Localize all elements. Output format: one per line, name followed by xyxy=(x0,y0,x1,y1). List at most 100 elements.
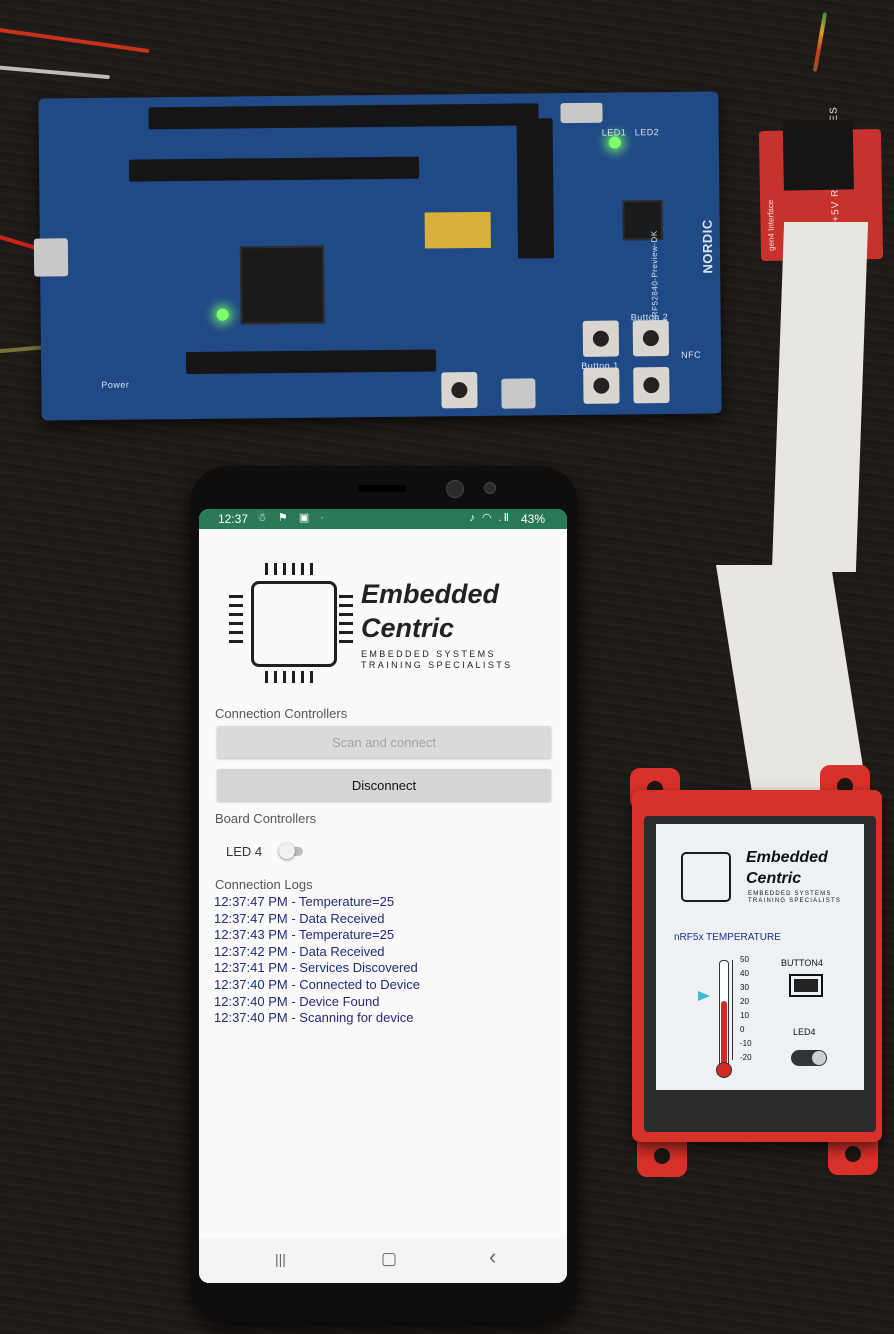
recents-button[interactable]: ||| xyxy=(275,1251,286,1267)
log-entry: 12:37:41 PM - Services Discovered xyxy=(214,960,418,976)
scale-label: 40 xyxy=(740,969,749,978)
led2-label: LED2 xyxy=(634,127,660,138)
logo-chip-pin xyxy=(339,622,353,625)
pin-header xyxy=(516,118,555,259)
scan-and-connect-button[interactable]: Scan and connect xyxy=(217,726,551,758)
board-button xyxy=(632,319,670,357)
logo-chip-pin xyxy=(229,622,243,625)
tft-led4-switch xyxy=(791,1050,827,1066)
logo-chip-pin xyxy=(274,563,277,575)
logo-chip-pin xyxy=(292,563,295,575)
nfc-label: NFC xyxy=(680,349,702,360)
logo-chip-pin xyxy=(339,613,353,616)
crystal xyxy=(560,102,603,124)
back-button[interactable]: ‹ xyxy=(489,1244,496,1270)
logo-chip-pin xyxy=(229,604,243,607)
log-entry: 12:37:40 PM - Scanning for device xyxy=(214,1010,414,1026)
usb-port xyxy=(33,238,69,277)
connection-logs-heading: Connection Logs xyxy=(215,877,313,892)
logo-chip-pin xyxy=(310,563,313,575)
tft-logo-tagline1: EMBEDDED SYSTEMS xyxy=(748,891,832,897)
toggle-thumb xyxy=(279,843,295,859)
logo-chip-pin xyxy=(229,613,243,616)
adapter-connector xyxy=(782,119,854,191)
pin-header xyxy=(148,103,539,130)
led1-label: LED1 xyxy=(601,127,627,138)
logo-chip-pin xyxy=(229,640,243,643)
log-entry: 12:37:40 PM - Device Found xyxy=(214,993,380,1009)
logo-chip-pin xyxy=(265,671,268,683)
phone-sensor xyxy=(484,482,496,494)
logo-chip-pin xyxy=(292,671,295,683)
battery-level: 43% xyxy=(520,512,545,526)
board-button xyxy=(582,320,620,357)
board-button xyxy=(633,366,670,404)
connection-controllers-heading: Connection Controllers xyxy=(215,706,348,721)
logo-line1: Embedded xyxy=(361,579,500,609)
log-entry: 12:37:40 PM - Connected to Device xyxy=(214,976,420,992)
logo-chip-pin xyxy=(265,563,268,575)
logo-chip-pin xyxy=(310,671,313,683)
logo-chip-pin xyxy=(274,671,277,683)
scale-label: 50 xyxy=(740,955,749,964)
log-entry: 12:37:42 PM - Data Received xyxy=(214,943,385,959)
status-time: 12:37 xyxy=(218,512,249,526)
scale-label: -20 xyxy=(740,1053,752,1062)
notification-icons: ☃ ⚑ ▣ · xyxy=(257,512,328,524)
logo-tagline2: TRAINING SPECIALISTS xyxy=(361,660,513,670)
scale-label: 0 xyxy=(740,1025,745,1034)
button2-label: Button 2 xyxy=(630,311,669,323)
navigation-bar: ||| ▢ ‹ xyxy=(199,1239,567,1283)
logo-chip-pin xyxy=(339,631,353,634)
phone-speaker xyxy=(358,485,406,492)
tft-logo-tagline2: TRAINING SPECIALISTS xyxy=(748,898,842,904)
mcu-chip xyxy=(239,245,325,325)
nrf52840-dev-board: nRF52840-Preview-DK NORDIC LED1 LED2 But… xyxy=(33,91,722,421)
logo-chip-pin xyxy=(229,595,243,598)
logo-chip-pin xyxy=(339,640,353,643)
scale-label: 20 xyxy=(740,997,749,1006)
board-button xyxy=(583,367,620,404)
led-glow xyxy=(216,308,229,321)
board-button xyxy=(441,371,478,409)
led4-toggle[interactable] xyxy=(279,843,303,859)
tft-temperature-title: nRF5x TEMPERATURE xyxy=(674,932,781,943)
logo-chip-pin xyxy=(283,671,286,683)
logo-chip-pin xyxy=(339,604,353,607)
signal-wifi-icons: ♪ ◠ .Ⅱ xyxy=(469,512,511,524)
log-entry: 12:37:47 PM - Data Received xyxy=(214,910,385,926)
tft-logo-line1: Embedded xyxy=(746,849,828,866)
led-glow xyxy=(608,136,621,149)
led4-label: LED 4 xyxy=(226,844,263,859)
scale-label: -10 xyxy=(740,1039,752,1048)
tft-logo-line2: Centric xyxy=(746,870,802,887)
thermometer-gauge xyxy=(719,960,729,1074)
power-label: Power xyxy=(101,379,130,390)
adapter-name-label: gen4 Interface xyxy=(766,199,776,251)
status-bar: 12:37 ☃ ⚑ ▣ · ♪ ◠ .Ⅱ 43% xyxy=(199,509,567,529)
button1-label: Button 1 xyxy=(581,360,619,371)
phone-screen: 12:37 ☃ ⚑ ▣ · ♪ ◠ .Ⅱ 43% Embedded Centri… xyxy=(199,509,567,1283)
phone-camera xyxy=(446,480,464,498)
pin-header xyxy=(185,349,437,375)
logo-chip-pin xyxy=(283,563,286,575)
logo-chip-icon xyxy=(251,581,337,667)
logo-chip-pin xyxy=(339,595,353,598)
logo-line2: Centric xyxy=(361,613,455,643)
tft-logo-chip-icon xyxy=(681,852,731,902)
ribbon-cable xyxy=(771,222,869,572)
logo-chip-pin xyxy=(229,631,243,634)
tft-button4-label: BUTTON4 xyxy=(781,958,823,968)
thermometer-bulb xyxy=(716,1062,732,1078)
disconnect-button[interactable]: Disconnect xyxy=(217,769,551,801)
logo-chip-pin xyxy=(301,671,304,683)
tft-button4-indicator xyxy=(789,974,823,997)
connection-log-list: 12:37:47 PM - Temperature=25 12:37:47 PM… xyxy=(214,894,420,1027)
gold-pads xyxy=(424,211,491,249)
temperature-pointer-icon xyxy=(698,991,710,1001)
pin-header xyxy=(128,156,420,182)
scale-label: 10 xyxy=(740,1011,749,1020)
log-entry: 12:37:43 PM - Temperature=25 xyxy=(214,927,395,943)
home-button[interactable]: ▢ xyxy=(381,1249,397,1269)
board-name-label: nRF52840-Preview-DK xyxy=(649,230,660,323)
